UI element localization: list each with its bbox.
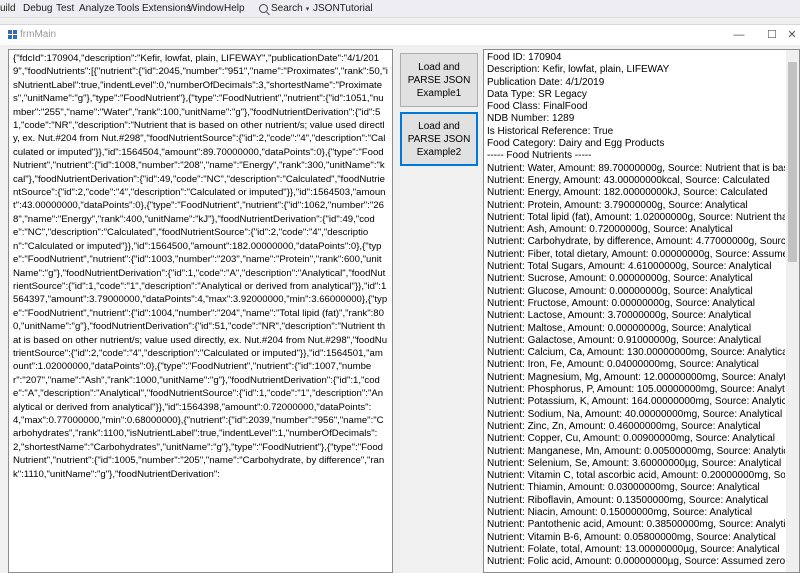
menu-debug[interactable]: Debug — [23, 3, 52, 14]
form-app-icon — [8, 30, 17, 39]
output-line[interactable]: Food Class: FinalFood — [487, 101, 785, 113]
output-line[interactable]: Nutrient: Total lipid (fat), Amount: 1.0… — [487, 212, 785, 224]
output-line[interactable]: Nutrient: Zinc, Zn, Amount: 0.46000000mg… — [487, 421, 785, 433]
search-icon — [259, 4, 268, 13]
search-label: Search — [271, 3, 303, 14]
form-title: frmMain — [20, 29, 57, 40]
output-line[interactable]: ----- Food Nutrients ----- — [487, 150, 785, 162]
menu-build[interactable]: uild — [0, 3, 16, 14]
solution-title: JSONTutorial — [313, 3, 373, 14]
output-line[interactable]: Nutrient: Potassium, K, Amount: 164.0000… — [487, 396, 785, 408]
output-line[interactable]: Nutrient: Niacin, Amount: 0.15000000mg, … — [487, 507, 785, 519]
chevron-down-icon: ▾ — [305, 5, 310, 13]
output-line[interactable]: Description: Kefir, lowfat, plain, LIFEW… — [487, 64, 785, 76]
output-line[interactable]: Data Type: SR Legacy — [487, 89, 785, 101]
menu-help[interactable]: Help — [224, 3, 245, 14]
output-line[interactable]: Nutrient: Copper, Cu, Amount: 0.00900000… — [487, 433, 785, 445]
output-line[interactable]: Nutrient: Glucose, Amount: 0.00000000g, … — [487, 286, 785, 298]
load-parse-example2-button[interactable]: Load and PARSE JSON Example2 — [400, 112, 478, 166]
output-line[interactable]: Nutrient: Manganese, Mn, Amount: 0.00500… — [487, 446, 785, 458]
output-line[interactable]: Nutrient: Total Sugars, Amount: 4.610000… — [487, 261, 785, 273]
output-line[interactable]: Nutrient: Pantothenic acid, Amount: 0.38… — [487, 519, 785, 531]
output-line[interactable]: Nutrient: Iron, Fe, Amount: 0.04000000mg… — [487, 359, 785, 371]
menu-test[interactable]: Test — [56, 3, 74, 14]
load-parse-example1-button[interactable]: Load and PARSE JSON Example1 — [400, 53, 478, 107]
form-titlebar[interactable]: frmMain — ☐ ✕ — [0, 25, 800, 45]
output-scroll-thumb[interactable] — [788, 62, 797, 262]
output-line[interactable]: Nutrient: Sucrose, Amount: 0.00000000g, … — [487, 273, 785, 285]
output-line[interactable]: Nutrient: Energy, Amount: 43.00000000kca… — [487, 175, 785, 187]
output-line[interactable]: NDB Number: 1289 — [487, 113, 785, 125]
output-line[interactable]: Nutrient: Energy, Amount: 182.00000000kJ… — [487, 187, 785, 199]
menu-extensions[interactable]: Extensions — [142, 3, 191, 14]
output-line[interactable]: Nutrient: Galactose, Amount: 0.91000000g… — [487, 335, 785, 347]
output-line[interactable]: Nutrient: Folate, total, Amount: 13.0000… — [487, 544, 785, 556]
output-line[interactable]: Nutrient: Selenium, Se, Amount: 3.600000… — [487, 458, 785, 470]
output-line[interactable]: Food ID: 170904 — [487, 52, 785, 64]
output-line[interactable]: Nutrient: Vitamin C, total ascorbic acid… — [487, 470, 785, 482]
output-line[interactable]: Nutrient: Fructose, Amount: 0.00000000g,… — [487, 298, 785, 310]
output-line[interactable]: Nutrient: Folic acid, Amount: 0.00000000… — [487, 556, 785, 568]
output-line[interactable]: Nutrient: Protein, Amount: 3.79000000g, … — [487, 200, 785, 212]
output-line[interactable]: Publication Date: 4/1/2019 — [487, 77, 785, 89]
output-line[interactable]: Nutrient: Phosphorus, P, Amount: 105.000… — [487, 384, 785, 396]
form-window: frmMain — ☐ ✕ {"fdcId":170904,"descripti… — [0, 24, 800, 573]
output-line[interactable]: Is Historical Reference: True — [487, 126, 785, 138]
output-line[interactable]: Nutrient: Lactose, Amount: 3.70000000g, … — [487, 310, 785, 322]
output-line[interactable]: Nutrient: Magnesium, Mg, Amount: 12.0000… — [487, 372, 785, 384]
output-line[interactable]: Food Category: Dairy and Egg Products — [487, 138, 785, 150]
ide-search-box[interactable]: Search ▾ — [259, 3, 309, 14]
output-line[interactable]: Nutrient: Calcium, Ca, Amount: 130.00000… — [487, 347, 785, 359]
output-scrollbar[interactable] — [786, 50, 799, 572]
menu-window[interactable]: Window — [188, 3, 224, 14]
output-line[interactable]: Nutrient: Vitamin B-6, Amount: 0.0580000… — [487, 532, 785, 544]
json-textbox[interactable]: {"fdcId":170904,"description":"Kefir, lo… — [8, 49, 393, 573]
ide-menubar: uild Debug Test Analyze Tools Extensions… — [0, 0, 800, 18]
output-line[interactable]: Nutrient: Water, Amount: 89.70000000g, S… — [487, 163, 785, 175]
output-listbox[interactable]: Food ID: 170904 Description: Kefir, lowfa… — [483, 49, 800, 573]
output-line[interactable]: Nutrient: Fiber, total dietary, Amount: … — [487, 249, 785, 261]
output-line[interactable]: Nutrient: Ash, Amount: 0.72000000g, Sour… — [487, 224, 785, 236]
output-line[interactable]: Nutrient: Maltose, Amount: 0.00000000g, … — [487, 323, 785, 335]
output-line[interactable]: Nutrient: Thiamin, Amount: 0.03000000mg,… — [487, 482, 785, 494]
close-button[interactable]: ✕ — [780, 27, 800, 43]
output-line[interactable]: Nutrient: Sodium, Na, Amount: 40.0000000… — [487, 409, 785, 421]
output-line[interactable]: Nutrient: Carbohydrate, by difference, A… — [487, 236, 785, 248]
output-line[interactable]: Nutrient: Riboflavin, Amount: 0.13500000… — [487, 495, 785, 507]
output-lines: Food ID: 170904 Description: Kefir, lowfa… — [487, 52, 785, 572]
menu-analyze[interactable]: Analyze — [79, 3, 115, 14]
minimize-button[interactable]: — — [727, 27, 751, 43]
menu-tools[interactable]: Tools — [116, 3, 139, 14]
